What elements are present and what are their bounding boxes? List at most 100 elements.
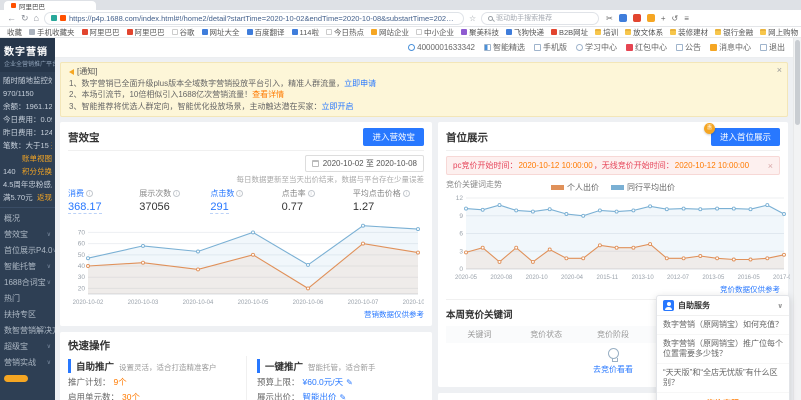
enter-top-display-button[interactable]: 进入首位展示 bbox=[711, 128, 780, 146]
bookmark-item[interactable]: 谷歌 bbox=[172, 27, 195, 38]
back-icon[interactable]: ← bbox=[7, 14, 16, 23]
contact-support-button[interactable]: 咨询客服 bbox=[657, 393, 789, 400]
extension-blue-icon[interactable] bbox=[619, 14, 627, 22]
notice-link[interactable]: 立即开启 bbox=[321, 102, 353, 111]
bid-chart-footnote[interactable]: 竞价数据仅供参考 bbox=[446, 284, 780, 295]
sidebar-promo-row[interactable]: 笔数：大于15 开通 bbox=[3, 139, 52, 152]
home-icon[interactable]: ⌂ bbox=[34, 14, 39, 23]
topbar-item[interactable]: 学习中心 bbox=[576, 42, 617, 53]
refresh-icon[interactable]: ↻ bbox=[21, 14, 29, 23]
bookmark-folder[interactable]: 培训 bbox=[595, 27, 618, 38]
sidebar-promo-row[interactable]: 昨日费用：124.03元 bbox=[3, 126, 52, 139]
topbar-item[interactable]: 4000001633342 bbox=[408, 43, 475, 52]
menu-icon[interactable]: ≡ bbox=[684, 14, 689, 23]
left-chart-footnote[interactable]: 营销数据仅供参考 bbox=[68, 309, 424, 320]
sidebar-menu-item[interactable]: 扶持专区 bbox=[0, 307, 55, 323]
bookmarks-bar: 收藏 手机收藏夹 阿里巴巴 阿里巴巴 bbox=[0, 27, 801, 38]
column-header[interactable]: 关键词 bbox=[446, 329, 513, 340]
bookmark-item[interactable]: B2B网址 bbox=[551, 27, 588, 38]
stat-row: 推广计划：9个 bbox=[68, 375, 238, 390]
edit-pencil-icon[interactable]: ✎ bbox=[340, 390, 347, 400]
sidebar-menu-item[interactable]: 热门 bbox=[0, 291, 55, 307]
data-note: 每日数据更新至当天出价结束，数据与平台存在少量误差 bbox=[237, 174, 425, 185]
sidebar-menu-item[interactable]: 超级宝 ∨ bbox=[0, 339, 55, 355]
sidebar-menu-item[interactable]: 营效宝 ∨ bbox=[0, 227, 55, 243]
info-icon[interactable] bbox=[86, 190, 93, 197]
metric-value[interactable]: 37056 bbox=[139, 201, 210, 213]
empty-state-link[interactable]: 去竞价看看 bbox=[593, 364, 633, 375]
add-icon[interactable]: + bbox=[661, 14, 666, 23]
undo-icon[interactable]: ↺ bbox=[672, 14, 679, 23]
sidebar-promo-row[interactable]: 余额：1961.12元 bbox=[3, 100, 52, 113]
sidebar-promo-row[interactable]: 随时随地监控效果 下载 bbox=[3, 74, 52, 87]
bookmark-item[interactable]: 聚美科技 bbox=[461, 27, 499, 38]
url-field[interactable]: https://p4p.1688.com/index.html#!/home2/… bbox=[44, 12, 464, 25]
browser-chrome: 阿里巴巴 ← ↻ ⌂ https://p4p.1688.com/index.ht… bbox=[0, 0, 801, 38]
sidebar-promo-row[interactable]: 满5.70元 返现 bbox=[3, 191, 52, 204]
topbar-item[interactable]: 智能精选 bbox=[484, 42, 525, 53]
bookmark-item[interactable]: 阿里巴巴 bbox=[82, 27, 120, 38]
metric-value[interactable]: 1.27 bbox=[353, 201, 424, 213]
chat-header[interactable]: 自助服务 ∨ bbox=[657, 296, 789, 316]
chat-question[interactable]: 数字营销（原网销宝）推广位每个位置需要多少钱？ bbox=[657, 335, 789, 364]
bookmark-folder[interactable]: 装修建材 bbox=[670, 27, 708, 38]
bookmark-item[interactable]: 114啦 bbox=[292, 27, 319, 38]
chat-question[interactable]: “天天版”和“全店无忧版”有什么区别？ bbox=[657, 364, 789, 393]
sidebar-promo-row[interactable]: 账单视图 bbox=[3, 152, 52, 165]
bookmark-item[interactable]: 网站企业 bbox=[371, 27, 409, 38]
info-icon[interactable] bbox=[308, 190, 315, 197]
scrollbar-thumb[interactable] bbox=[795, 40, 800, 125]
bookmark-folder[interactable]: 网上购物 bbox=[760, 27, 798, 38]
sidebar-promo-row[interactable]: 4.5周年忠粉感恩 bbox=[3, 178, 52, 191]
topbar-item[interactable]: 退出 bbox=[760, 42, 785, 53]
bookmark-item[interactable]: 网址大全 bbox=[202, 27, 240, 38]
chat-question[interactable]: 数字营销（原网销宝）如何充值？ bbox=[657, 316, 789, 335]
metric-value[interactable]: 368.17 bbox=[68, 201, 102, 214]
page-scrollbar[interactable] bbox=[793, 38, 801, 400]
metric-value[interactable]: 291 bbox=[210, 201, 228, 214]
edit-pencil-icon[interactable]: ✎ bbox=[346, 375, 353, 390]
browser-search-box[interactable]: 驱动助手搜索推荐 bbox=[481, 12, 599, 25]
sidebar-promo-pill[interactable] bbox=[4, 375, 28, 382]
extension-red-icon[interactable] bbox=[633, 14, 641, 22]
scissors-icon[interactable]: ✂ bbox=[606, 14, 613, 23]
sidebar-menu-item[interactable]: 营销实战 ∨ bbox=[0, 355, 55, 371]
bookmark-item[interactable]: 中小企业 bbox=[416, 27, 454, 38]
bookmark-item[interactable]: 百度翻译 bbox=[247, 27, 285, 38]
sidebar-menu-item[interactable]: 概况 bbox=[0, 211, 55, 227]
topbar-item[interactable]: 消息中心 bbox=[710, 42, 751, 53]
bookmark-folder[interactable]: 银行金融 bbox=[715, 27, 753, 38]
promo-badge-icon: 惠 bbox=[704, 123, 715, 134]
bookmark-item[interactable]: 飞狗快递 bbox=[506, 27, 544, 38]
close-icon[interactable]: × bbox=[768, 161, 773, 171]
notice-link[interactable]: 立即申请 bbox=[344, 79, 376, 88]
bookmark-item[interactable]: 阿里巴巴 bbox=[127, 27, 165, 38]
sidebar-menu-item[interactable]: 1688合词宝 ∨ bbox=[0, 275, 55, 291]
metric-value[interactable]: 0.77 bbox=[282, 201, 353, 213]
enter-marketing-button[interactable]: 进入营效宝 bbox=[363, 128, 424, 146]
notice-link[interactable]: 查看详情 bbox=[252, 90, 284, 99]
column-header[interactable]: 竞价状态 bbox=[513, 329, 580, 340]
topbar-item[interactable]: 红包中心 bbox=[626, 42, 667, 53]
info-icon[interactable] bbox=[403, 190, 410, 197]
info-icon[interactable] bbox=[173, 190, 180, 197]
sidebar-menu-item[interactable]: 智能托管 ∨ bbox=[0, 259, 55, 275]
bookmarks-label[interactable]: 收藏 bbox=[7, 27, 22, 38]
bookmark-folder[interactable]: 放文体系 bbox=[625, 27, 663, 38]
sidebar-menu-item[interactable]: 数智营销解决方案 ∨ bbox=[0, 323, 55, 339]
sidebar-menu-item[interactable]: 首位展示P4.0 ∨ bbox=[0, 243, 55, 259]
sidebar-promo-row[interactable]: 970/1150 bbox=[3, 87, 52, 100]
sidebar-promo-row[interactable]: 今日费用：0.09元 充值 bbox=[3, 113, 52, 126]
sidebar-promo-row[interactable]: 140 积分兑换 bbox=[3, 165, 52, 178]
date-range-picker[interactable]: 2020-10-02 至 2020-10-08 bbox=[305, 155, 424, 172]
close-icon[interactable]: × bbox=[777, 65, 782, 77]
bookmark-star-icon[interactable]: ☆ bbox=[469, 14, 476, 23]
extension-orange-icon[interactable] bbox=[647, 14, 655, 22]
bookmark-item[interactable]: 手机收藏夹 bbox=[29, 27, 75, 38]
topbar-item[interactable]: 手机版 bbox=[534, 42, 567, 53]
info-icon[interactable] bbox=[236, 190, 243, 197]
bookmark-item[interactable]: 今日热点 bbox=[326, 27, 364, 38]
browser-tab[interactable]: 阿里巴巴 bbox=[4, 1, 96, 10]
column-header[interactable]: 竞价阶段 bbox=[580, 329, 647, 340]
topbar-item[interactable]: 公告 bbox=[676, 42, 701, 53]
